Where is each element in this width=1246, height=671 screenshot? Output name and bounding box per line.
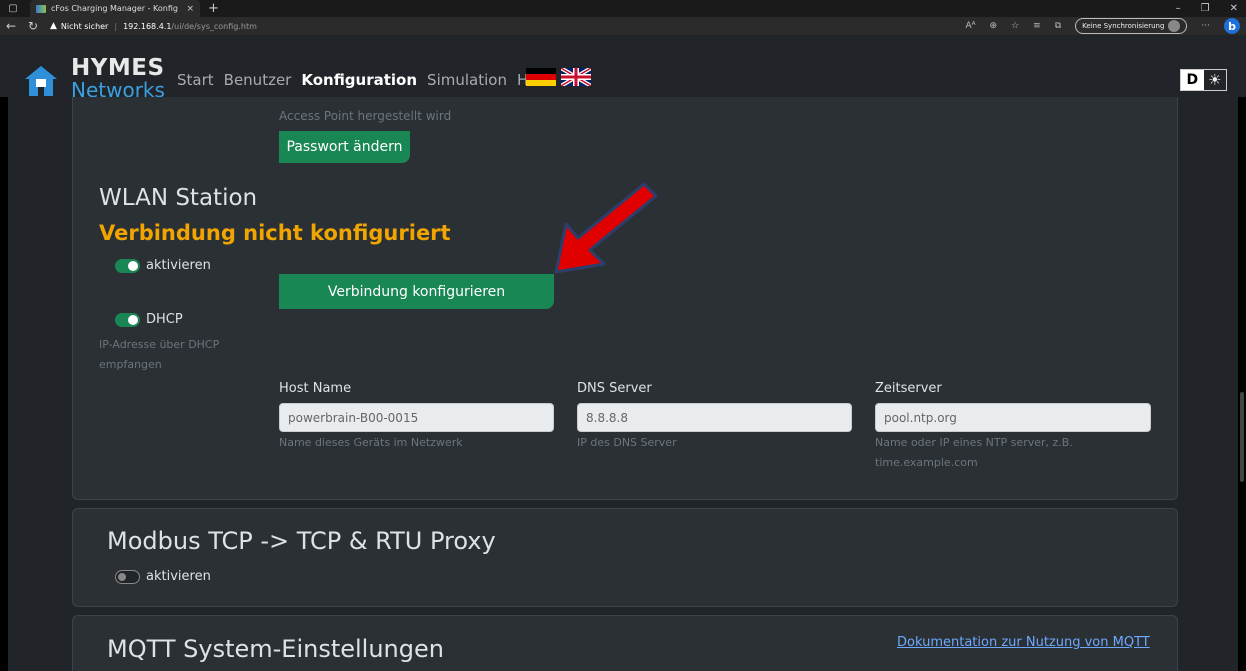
url-field[interactable]: ▲ Nicht sicher | 192.168.4.1 /ui/de/sys_… [50, 21, 257, 31]
configure-connection-button[interactable]: Verbindung konfigurieren [279, 274, 554, 309]
new-tab-icon[interactable]: + [208, 1, 219, 16]
left-gutter [0, 97, 8, 671]
close-window-icon[interactable]: ✕ [1230, 3, 1238, 14]
not-secure-label: Nicht sicher [60, 21, 109, 31]
sync-button[interactable]: Keine Synchronisierung [1075, 18, 1188, 34]
time-server-hint-line1: Name oder IP eines NTP server, z.B. [875, 436, 1073, 449]
modbus-activate-switch[interactable] [115, 569, 140, 584]
time-server-label: Zeitserver [875, 381, 942, 396]
zoom-icon[interactable]: ⊕ [990, 21, 998, 31]
dark-mode-icon[interactable]: D [1181, 70, 1204, 90]
logo-house-icon[interactable] [24, 65, 58, 97]
minimize-icon[interactable]: – [1176, 3, 1181, 14]
host-name-input[interactable] [279, 403, 554, 432]
uk-flag-icon[interactable] [561, 68, 591, 86]
restore-icon[interactable]: ❐ [1201, 3, 1210, 14]
wlan-activate-switch[interactable] [115, 258, 140, 273]
mqtt-heading: MQTT System-Einstellungen [107, 635, 444, 663]
modbus-card: Modbus TCP -> TCP & RTU Proxy aktivieren [72, 508, 1178, 607]
wlan-activate-label: aktivieren [146, 258, 211, 273]
browser-tab[interactable]: cFos Charging Manager - Konfig × [30, 0, 200, 17]
main-nav: Start Benutzer Konfiguration Simulation … [177, 71, 551, 89]
url-host: 192.168.4.1 [123, 21, 172, 31]
profile-avatar [1168, 20, 1181, 32]
time-server-input[interactable] [875, 403, 1151, 432]
sync-label: Keine Synchronisierung [1082, 22, 1165, 30]
scrollbar[interactable] [1238, 97, 1246, 671]
browser-titlebar: ▢ cFos Charging Manager - Konfig × + – ❐… [0, 0, 1246, 17]
wlan-station-heading: WLAN Station [99, 185, 258, 211]
dhcp-switch[interactable] [115, 312, 140, 327]
address-bar: ← ↻ ▲ Nicht sicher | 192.168.4.1 /ui/de/… [0, 17, 1246, 35]
mqtt-doc-link[interactable]: Dokumentation zur Nutzung von MQTT [897, 635, 1150, 650]
url-path: /ui/de/sys_config.htm [171, 21, 257, 31]
access-point-hint: Access Point hergestellt wird [279, 109, 452, 123]
nav-start[interactable]: Start [177, 71, 214, 89]
dhcp-hint-line2: empfangen [99, 358, 162, 371]
app-navbar: HYMES Networks Start Benutzer Konfigurat… [0, 35, 1246, 100]
light-mode-icon[interactable]: ☀ [1204, 70, 1227, 90]
browser-toolbar: Aᴬ ⊕ ☆ ≡ ⧉ Keine Synchronisierung ··· b [966, 17, 1240, 35]
theme-toggle[interactable]: D ☀ [1180, 69, 1227, 91]
modbus-activate-toggle[interactable]: aktivieren [115, 569, 211, 584]
host-name-hint: Name dieses Geräts im Netzwerk [279, 436, 463, 449]
back-icon[interactable]: ← [0, 19, 22, 33]
nav-konfiguration[interactable]: Konfiguration [301, 71, 417, 89]
dns-server-input[interactable] [577, 403, 852, 432]
scrollbar-thumb[interactable] [1240, 392, 1244, 482]
wlan-card: Access Point hergestellt wird Passwort ä… [72, 97, 1178, 500]
dhcp-hint-line1: IP-Adresse über DHCP [99, 338, 220, 351]
brand-name[interactable]: HYMES [71, 57, 165, 80]
nav-simulation[interactable]: Simulation [427, 71, 507, 89]
dns-server-hint: IP des DNS Server [577, 436, 677, 449]
tab-title: cFos Charging Manager - Konfig [51, 4, 178, 13]
connection-status: Verbindung nicht konfiguriert [99, 221, 451, 245]
url-separator: | [114, 21, 118, 31]
dhcp-label: DHCP [146, 312, 183, 327]
window-menu-icon[interactable]: ▢ [0, 3, 26, 14]
dhcp-hint: IP-Adresse über DHCP empfangen [99, 335, 219, 375]
modbus-activate-label: aktivieren [146, 569, 211, 584]
warning-icon: ▲ [50, 21, 57, 31]
time-server-hint-line2: time.example.com [875, 456, 978, 469]
favorite-icon[interactable]: ☆ [1011, 21, 1019, 31]
favorites-list-icon[interactable]: ≡ [1033, 21, 1041, 31]
change-password-button[interactable]: Passwort ändern [279, 131, 410, 163]
nav-benutzer[interactable]: Benutzer [224, 71, 292, 89]
red-arrow-annotation [554, 182, 658, 274]
refresh-icon[interactable]: ↻ [22, 19, 44, 33]
wlan-activate-toggle[interactable]: aktivieren [115, 258, 211, 273]
collections-icon[interactable]: ⧉ [1055, 21, 1061, 31]
host-name-label: Host Name [279, 381, 352, 396]
time-server-hint: Name oder IP eines NTP server, z.B. time… [875, 433, 1073, 473]
mqtt-card: MQTT System-Einstellungen Dokumentation … [72, 615, 1178, 671]
modbus-heading: Modbus TCP -> TCP & RTU Proxy [107, 527, 496, 555]
bing-icon[interactable]: b [1224, 18, 1240, 34]
dns-server-label: DNS Server [577, 381, 652, 396]
window-controls: – ❐ ✕ [1176, 0, 1238, 17]
german-flag-icon[interactable] [526, 68, 556, 86]
tab-close-icon[interactable]: × [186, 4, 194, 14]
read-aloud-icon[interactable]: Aᴬ [966, 21, 976, 31]
dhcp-toggle[interactable]: DHCP [115, 312, 183, 327]
tab-favicon-icon [36, 4, 46, 13]
more-icon[interactable]: ··· [1201, 21, 1210, 31]
